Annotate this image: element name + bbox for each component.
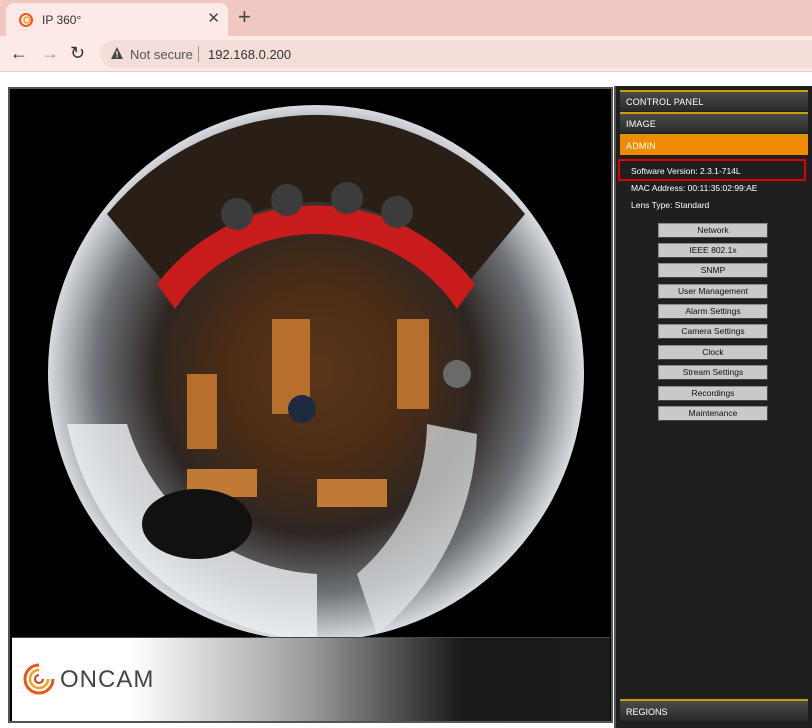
close-tab-icon[interactable]: ✕	[207, 10, 220, 28]
lens-type: Lens Type: Standard	[631, 200, 710, 210]
maintenance-button[interactable]: Maintenance	[658, 406, 768, 421]
mac-address: MAC Address: 00:11:35:02:99:AE	[631, 183, 758, 193]
oncam-logo-bar: ONCAM	[12, 637, 610, 721]
camera-web-page: ONCAM CONTROL PANEL IMAGE ADMIN Software…	[0, 72, 812, 728]
back-arrow-icon[interactable]: ←	[10, 43, 28, 63]
network-button[interactable]: Network	[658, 223, 768, 238]
camera-settings-button[interactable]: Camera Settings	[658, 324, 768, 339]
warning-icon[interactable]	[110, 46, 124, 60]
new-tab-button[interactable]: +	[238, 5, 251, 29]
browser-tab-strip: IP 360° ✕ +	[0, 0, 812, 36]
oncam-logo-icon	[23, 663, 55, 695]
clock-button[interactable]: Clock	[658, 345, 768, 360]
software-version: Software Version: 2.3.1-714L	[631, 166, 741, 176]
oncam-favicon-icon	[19, 13, 33, 27]
oncam-logo-text: ONCAM	[60, 666, 155, 693]
alarm-settings-button[interactable]: Alarm Settings	[658, 304, 768, 319]
user-management-button[interactable]: User Management	[658, 284, 768, 299]
browser-toolbar: ← → ↻ Not secure 192.168.0.200	[0, 36, 812, 72]
address-bar[interactable]: Not secure 192.168.0.200	[100, 40, 812, 68]
ieee-8021x-button[interactable]: IEEE 802.1x	[658, 243, 768, 258]
image-header[interactable]: IMAGE	[620, 112, 808, 133]
regions-header[interactable]: REGIONS	[620, 699, 808, 721]
side-panel: CONTROL PANEL IMAGE ADMIN Software Versi…	[614, 86, 812, 728]
tab-title: IP 360°	[42, 13, 82, 27]
browser-tab[interactable]: IP 360° ✕	[6, 3, 228, 36]
security-label: Not secure	[130, 47, 193, 62]
fisheye-camera-image[interactable]	[47, 104, 585, 642]
url-text[interactable]: 192.168.0.200	[208, 47, 291, 62]
snmp-button[interactable]: SNMP	[658, 263, 768, 278]
stream-settings-button[interactable]: Stream Settings	[658, 365, 768, 380]
forward-arrow-icon[interactable]: →	[41, 43, 59, 63]
video-viewer[interactable]: ONCAM	[8, 87, 613, 723]
admin-header[interactable]: ADMIN	[620, 134, 808, 155]
reload-icon[interactable]: ↻	[70, 43, 85, 63]
recordings-button[interactable]: Recordings	[658, 386, 768, 401]
control-panel-header[interactable]: CONTROL PANEL	[620, 90, 808, 111]
address-divider	[198, 46, 199, 62]
